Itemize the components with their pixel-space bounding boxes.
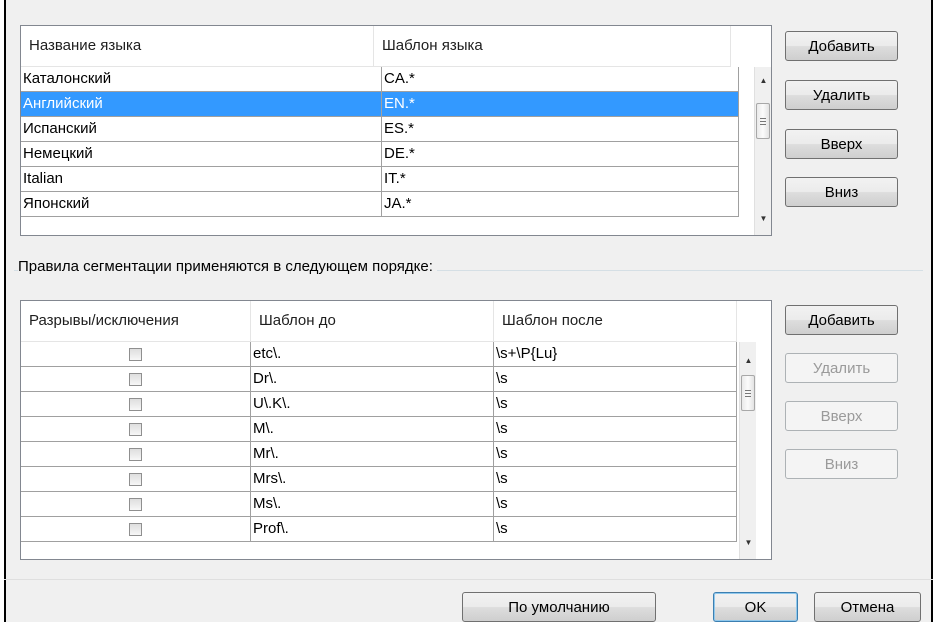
rule-break-cell bbox=[21, 417, 251, 441]
languages-up-button[interactable]: Вверх bbox=[785, 129, 898, 159]
cancel-button[interactable]: Отмена bbox=[814, 592, 921, 622]
scroll-up-arrow-icon[interactable]: ▲ bbox=[755, 72, 771, 89]
rule-before-cell[interactable]: Dr\. bbox=[251, 367, 494, 391]
rule-break-checkbox[interactable] bbox=[129, 422, 142, 436]
rules-table-body: etc\. \s+\P{Lu} Dr\. \s U\.K\. \s M\. \s Mr\. \s M… bbox=[21, 342, 737, 542]
language-row[interactable]: Каталонский CA.* bbox=[21, 67, 739, 92]
language-name-cell[interactable]: Испанский bbox=[21, 117, 382, 141]
rule-before-cell[interactable]: Mrs\. bbox=[251, 467, 494, 491]
rule-before-cell[interactable]: etc\. bbox=[251, 342, 494, 366]
column-header-pattern-before[interactable]: Шаблон до bbox=[251, 301, 494, 341]
rule-row[interactable]: Ms\. \s bbox=[21, 492, 737, 517]
scroll-thumb[interactable] bbox=[741, 375, 755, 411]
rule-break-cell bbox=[21, 392, 251, 416]
rule-row[interactable]: Dr\. \s bbox=[21, 367, 737, 392]
rule-after-cell[interactable]: \s bbox=[494, 367, 737, 391]
rule-before-cell[interactable]: Ms\. bbox=[251, 492, 494, 516]
language-pattern-cell[interactable]: CA.* bbox=[382, 67, 739, 91]
rule-after-cell[interactable]: \s bbox=[494, 517, 737, 541]
grip-icon bbox=[745, 389, 751, 397]
rule-after-cell[interactable]: \s bbox=[494, 442, 737, 466]
scroll-thumb[interactable] bbox=[756, 103, 770, 139]
rule-break-cell bbox=[21, 367, 251, 391]
rule-break-checkbox[interactable] bbox=[129, 347, 142, 361]
language-name-cell[interactable]: Немецкий bbox=[21, 142, 382, 166]
scroll-down-arrow-icon[interactable]: ▼ bbox=[740, 534, 757, 551]
languages-table-header: Название языка Шаблон языка bbox=[21, 26, 731, 67]
languages-table: Название языка Шаблон языка Каталонский C… bbox=[20, 25, 772, 236]
rules-table: Разрывы/исключения Шаблон до Шаблон посл… bbox=[20, 300, 772, 560]
languages-scrollbar[interactable]: ▲ ▼ bbox=[754, 67, 771, 235]
defaults-button[interactable]: По умолчанию bbox=[462, 592, 656, 622]
language-pattern-cell[interactable]: IT.* bbox=[382, 167, 739, 191]
rule-break-cell bbox=[21, 442, 251, 466]
language-name-cell[interactable]: Italian bbox=[21, 167, 382, 191]
rule-after-cell[interactable]: \s bbox=[494, 392, 737, 416]
rule-break-cell bbox=[21, 492, 251, 516]
rule-row[interactable]: etc\. \s+\P{Lu} bbox=[21, 342, 737, 367]
ok-button[interactable]: OK bbox=[713, 592, 798, 622]
footer-separator bbox=[4, 579, 933, 580]
rule-before-cell[interactable]: M\. bbox=[251, 417, 494, 441]
rule-after-cell[interactable]: \s bbox=[494, 492, 737, 516]
rule-row[interactable]: M\. \s bbox=[21, 417, 737, 442]
language-pattern-cell[interactable]: DE.* bbox=[382, 142, 739, 166]
rule-break-checkbox[interactable] bbox=[129, 397, 142, 411]
rules-scrollbar[interactable]: ▲ ▼ bbox=[739, 342, 756, 559]
language-pattern-cell[interactable]: ES.* bbox=[382, 117, 739, 141]
rule-break-checkbox[interactable] bbox=[129, 372, 142, 386]
rule-after-cell[interactable]: \s+\P{Lu} bbox=[494, 342, 737, 366]
language-row[interactable]: Испанский ES.* bbox=[21, 117, 739, 142]
language-pattern-cell[interactable]: EN.* bbox=[382, 92, 739, 116]
languages-down-button[interactable]: Вниз bbox=[785, 177, 898, 207]
rule-break-cell bbox=[21, 342, 251, 366]
languages-table-body: Каталонский CA.* Английский EN.* Испанский ES… bbox=[21, 67, 739, 217]
rule-break-cell bbox=[21, 517, 251, 541]
language-pattern-cell[interactable]: JA.* bbox=[382, 192, 739, 216]
language-name-cell[interactable]: Английский bbox=[21, 92, 382, 116]
rule-row[interactable]: U\.K\. \s bbox=[21, 392, 737, 417]
rule-break-checkbox[interactable] bbox=[129, 447, 142, 461]
rules-remove-button[interactable]: Удалить bbox=[785, 353, 898, 383]
rule-after-cell[interactable]: \s bbox=[494, 417, 737, 441]
language-name-cell[interactable]: Японский bbox=[21, 192, 382, 216]
rule-before-cell[interactable]: Mr\. bbox=[251, 442, 494, 466]
rule-break-checkbox[interactable] bbox=[129, 472, 142, 486]
language-row[interactable]: Italian IT.* bbox=[21, 167, 739, 192]
column-header-language-pattern[interactable]: Шаблон языка bbox=[374, 26, 731, 66]
rules-up-button[interactable]: Вверх bbox=[785, 401, 898, 431]
language-row[interactable]: Английский EN.* bbox=[21, 92, 739, 117]
scroll-down-arrow-icon[interactable]: ▼ bbox=[755, 210, 771, 227]
column-header-breaks[interactable]: Разрывы/исключения bbox=[21, 301, 251, 341]
rule-break-checkbox[interactable] bbox=[129, 522, 142, 536]
rule-row[interactable]: Prof\. \s bbox=[21, 517, 737, 542]
rule-break-cell bbox=[21, 467, 251, 491]
rules-add-button[interactable]: Добавить bbox=[785, 305, 898, 335]
languages-add-button[interactable]: Добавить bbox=[785, 31, 898, 61]
rule-after-cell[interactable]: \s bbox=[494, 467, 737, 491]
rules-down-button[interactable]: Вниз bbox=[785, 449, 898, 479]
rules-group-label: Правила сегментации применяются в следую… bbox=[18, 258, 437, 275]
languages-remove-button[interactable]: Удалить bbox=[785, 80, 898, 110]
rule-before-cell[interactable]: Prof\. bbox=[251, 517, 494, 541]
rules-table-header: Разрывы/исключения Шаблон до Шаблон посл… bbox=[21, 301, 737, 342]
rule-row[interactable]: Mrs\. \s bbox=[21, 467, 737, 492]
grip-icon bbox=[760, 117, 766, 125]
column-header-pattern-after[interactable]: Шаблон после bbox=[494, 301, 737, 341]
rule-row[interactable]: Mr\. \s bbox=[21, 442, 737, 467]
scroll-up-arrow-icon[interactable]: ▲ bbox=[740, 352, 757, 369]
language-row[interactable]: Японский JA.* bbox=[21, 192, 739, 217]
column-header-language-name[interactable]: Название языка bbox=[21, 26, 374, 66]
rule-before-cell[interactable]: U\.K\. bbox=[251, 392, 494, 416]
language-name-cell[interactable]: Каталонский bbox=[21, 67, 382, 91]
language-row[interactable]: Немецкий DE.* bbox=[21, 142, 739, 167]
rule-break-checkbox[interactable] bbox=[129, 497, 142, 511]
